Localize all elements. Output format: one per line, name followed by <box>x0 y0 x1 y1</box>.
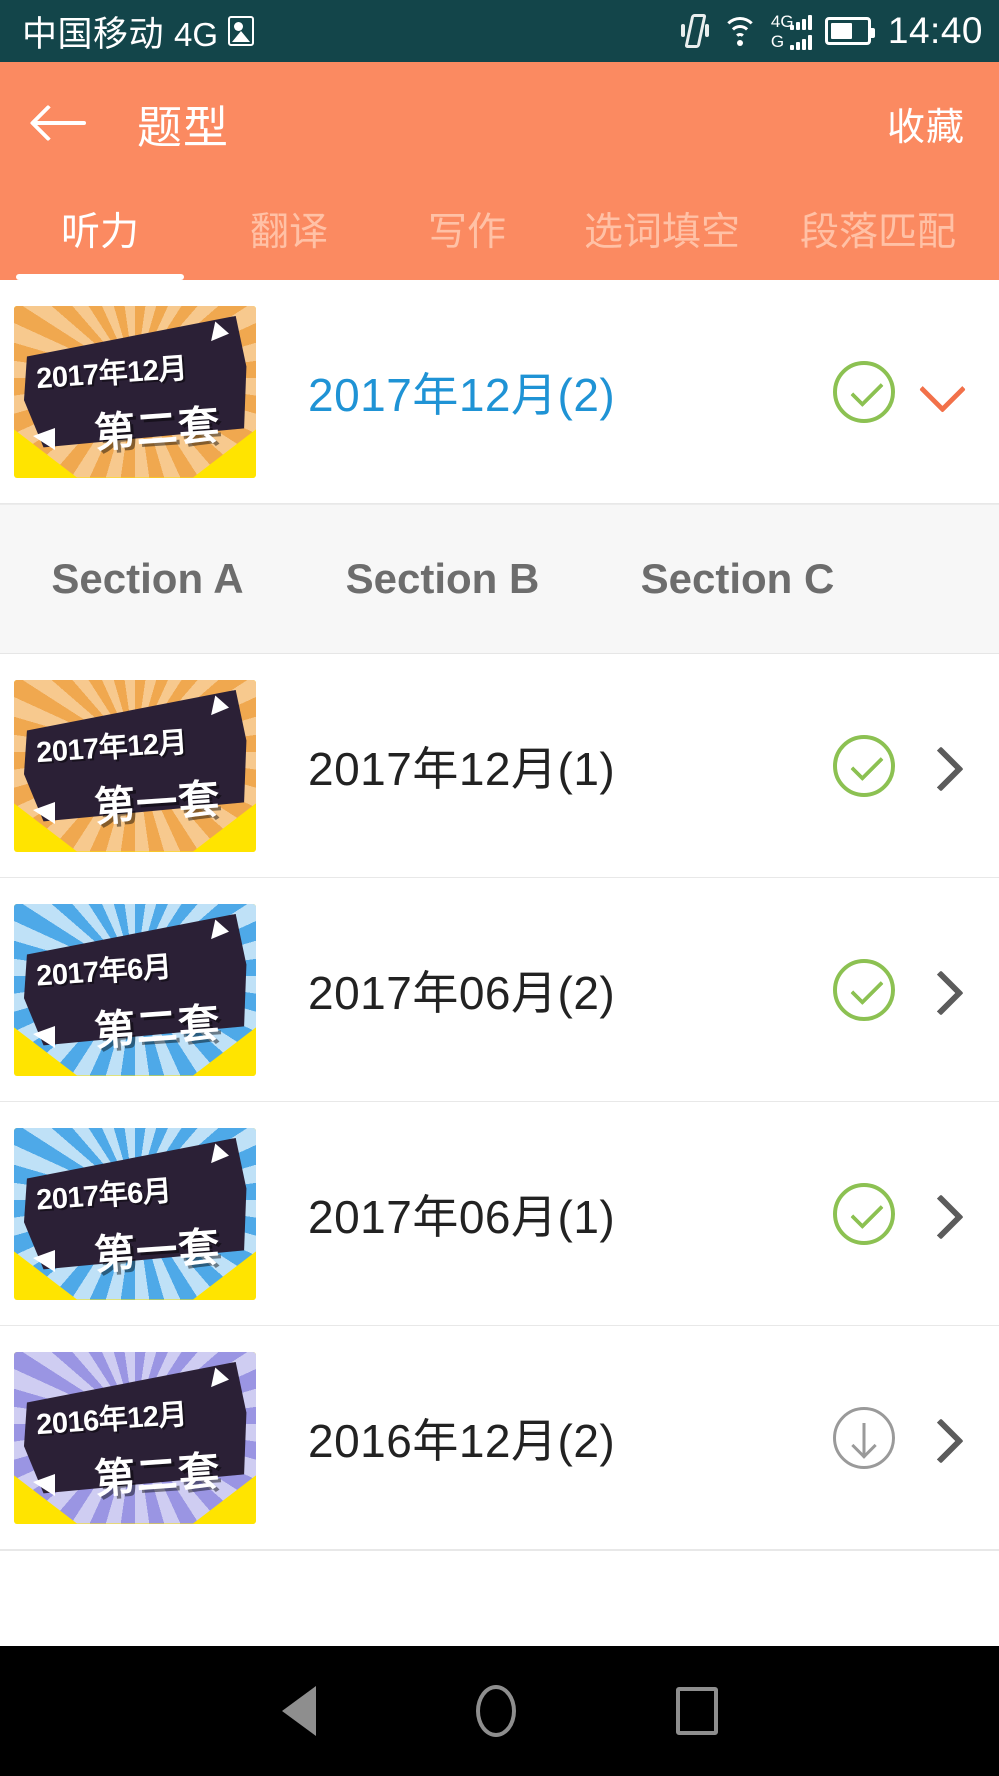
row-actions <box>833 1406 999 1469</box>
phone-screen: 中国移动 4G 4G G 14:40 题型 收藏 听力 翻译 写作 选词填空 段… <box>0 0 999 1776</box>
exam-list: 2017年12月 第二套 2017年12月(2) Section A Secti… <box>0 280 999 1574</box>
nav-home-icon[interactable] <box>475 1685 516 1737</box>
page-title: 题型 <box>137 101 230 153</box>
status-bar: 中国移动 4G 4G G 14:40 <box>0 0 999 62</box>
row-actions <box>833 1182 999 1245</box>
back-arrow-icon[interactable] <box>34 103 90 143</box>
network-type-label: 4G <box>174 15 219 53</box>
thumbnail-line2: 第一套 <box>92 1223 222 1279</box>
chevron-right-icon[interactable] <box>917 743 963 789</box>
carrier-label: 中国移动 <box>22 14 165 54</box>
sim-card-icon <box>228 16 255 46</box>
thumbnail-line2: 第二套 <box>92 999 222 1055</box>
signal-label-top: 4G <box>770 11 794 31</box>
clock-label: 14:40 <box>887 10 983 51</box>
row-actions <box>833 734 999 797</box>
table-row[interactable]: 2016年12月 第二套 2016年12月(2) <box>0 1326 999 1550</box>
exam-title: 2017年12月(1) <box>308 742 616 795</box>
section-a-button[interactable]: Section A <box>0 555 295 603</box>
check-circle-icon[interactable] <box>833 360 895 423</box>
tab-listening[interactable]: 听力 <box>0 184 200 280</box>
download-circle-icon[interactable] <box>833 1406 895 1469</box>
app-header: 题型 收藏 <box>0 62 999 184</box>
chevron-right-icon[interactable] <box>917 1415 963 1461</box>
wifi-icon <box>721 16 758 46</box>
thumbnail-line2: 第二套 <box>92 401 222 457</box>
exam-thumbnail: 2017年12月 第一套 <box>14 679 256 852</box>
tab-paragraph-match[interactable]: 段落匹配 <box>768 184 988 280</box>
android-nav-bar <box>0 1646 999 1776</box>
table-row[interactable]: 2017年12月 第二套 2017年12月(2) <box>0 280 999 504</box>
vibrate-icon <box>680 13 709 49</box>
exam-thumbnail: 2016年12月 第二套 <box>14 1351 256 1524</box>
row-actions <box>833 958 999 1021</box>
exam-title: 2017年06月(1) <box>308 1190 616 1243</box>
table-row[interactable]: 2017年6月 第二套 2017年06月(2) <box>0 878 999 1102</box>
chevron-right-icon[interactable] <box>917 967 963 1013</box>
favorites-button[interactable]: 收藏 <box>887 96 965 151</box>
nav-back-icon[interactable] <box>281 1686 316 1736</box>
chevron-right-icon[interactable] <box>917 1191 963 1237</box>
battery-icon <box>824 17 875 45</box>
nav-recents-icon[interactable] <box>675 1687 718 1735</box>
table-row[interactable]: 2017年12月 第一套 2017年12月(1) <box>0 654 999 878</box>
sections-row: Section A Section B Section C <box>0 504 999 654</box>
check-circle-icon[interactable] <box>833 1182 895 1245</box>
exam-thumbnail: 2017年6月 第一套 <box>14 1127 256 1300</box>
exam-title: 2016年12月(2) <box>308 1414 616 1467</box>
tab-writing[interactable]: 写作 <box>378 184 556 280</box>
thumbnail-line2: 第二套 <box>92 1447 222 1503</box>
thumbnail-line2: 第一套 <box>92 775 222 831</box>
section-c-button[interactable]: Section C <box>590 555 885 603</box>
tab-bar: 听力 翻译 写作 选词填空 段落匹配 <box>0 184 999 280</box>
table-row[interactable]: 2017年6月 第一套 2017年06月(1) <box>0 1102 999 1326</box>
section-b-button[interactable]: Section B <box>295 555 590 603</box>
exam-title: 2017年06月(2) <box>308 966 616 1019</box>
check-circle-icon[interactable] <box>833 958 895 1021</box>
check-circle-icon[interactable] <box>833 734 895 797</box>
status-bar-left: 中国移动 4G <box>22 6 255 57</box>
signal-label-bottom: G <box>770 31 785 51</box>
status-bar-right: 4G G 14:40 <box>680 10 983 52</box>
signal-strength-icon: 4G G <box>771 13 812 50</box>
chevron-down-icon[interactable] <box>917 369 963 415</box>
tab-translation[interactable]: 翻译 <box>200 184 378 280</box>
tab-word-fill[interactable]: 选词填空 <box>556 184 768 280</box>
row-actions <box>833 360 999 423</box>
list-bottom-spacer <box>0 1550 999 1574</box>
exam-thumbnail: 2017年12月 第二套 <box>14 305 256 478</box>
exam-title: 2017年12月(2) <box>308 368 616 421</box>
exam-thumbnail: 2017年6月 第二套 <box>14 903 256 1076</box>
